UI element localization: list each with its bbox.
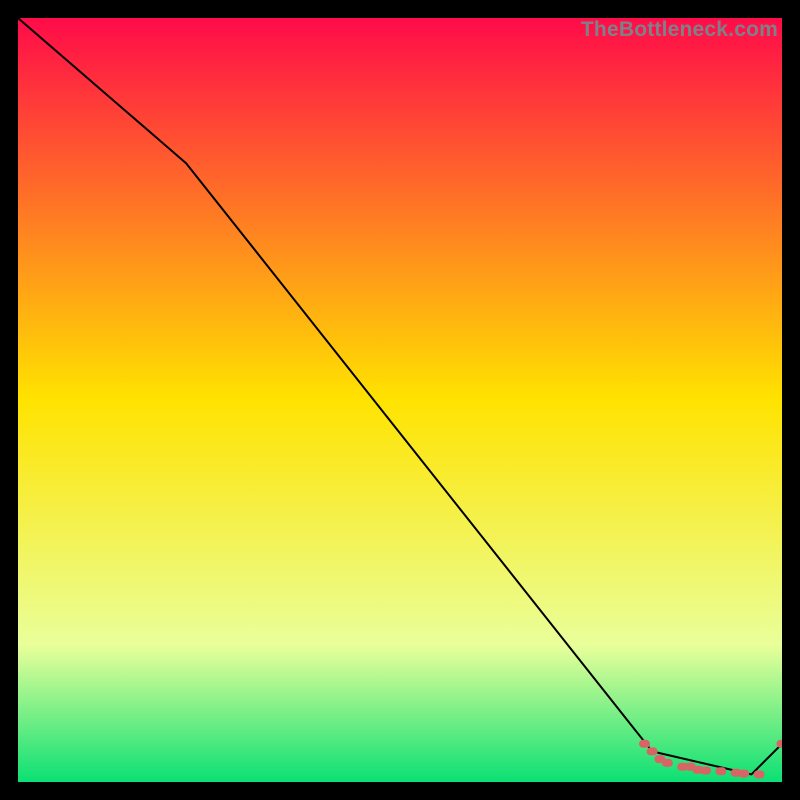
marker-point [715,767,726,775]
marker-point [754,770,765,778]
watermark-text: TheBottleneck.com [581,18,778,42]
chart-svg [18,18,782,782]
marker-point [700,767,711,775]
marker-point [738,770,749,778]
marker-point [639,740,650,748]
chart-plot: TheBottleneck.com [18,18,782,782]
marker-point [662,759,673,767]
marker-point [647,747,658,755]
gradient-background [18,18,782,782]
